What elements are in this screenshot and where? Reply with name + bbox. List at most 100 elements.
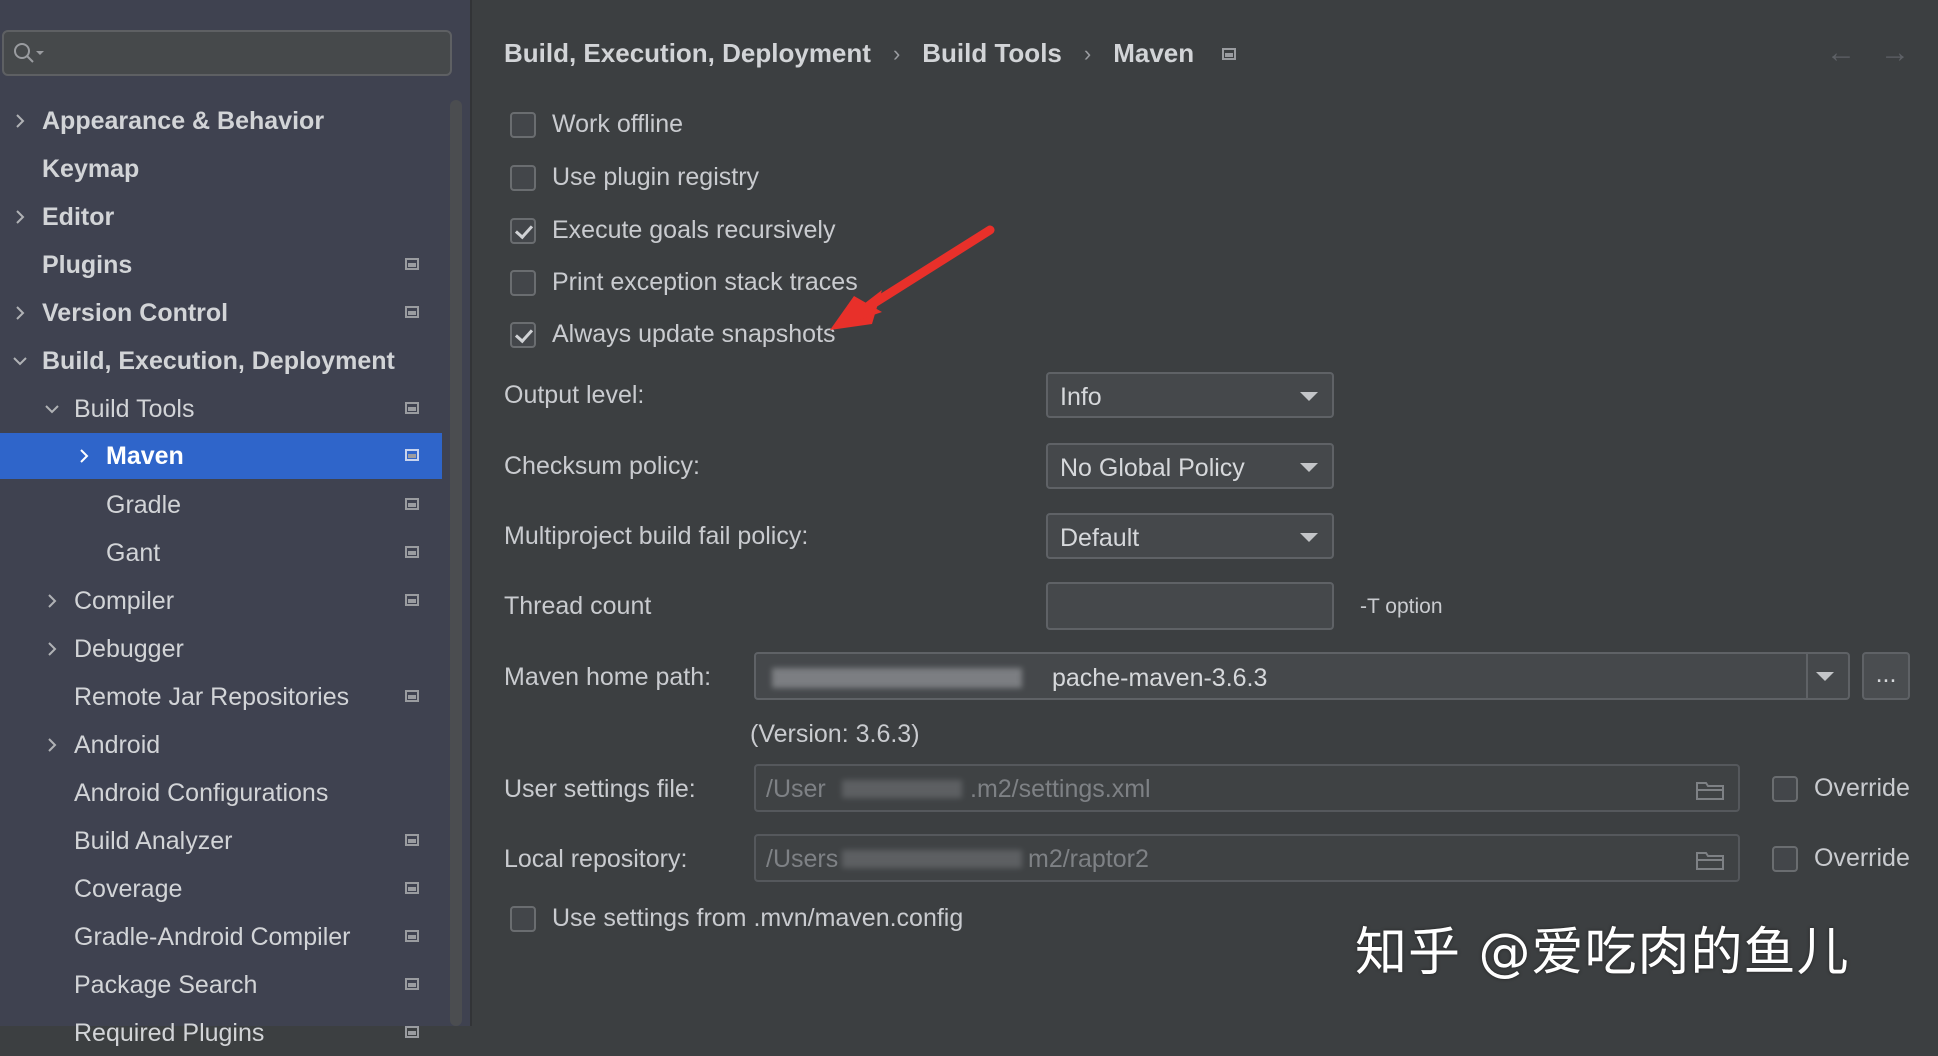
execute-goals-recursively-checkbox[interactable]: Execute goals recursively <box>510 216 835 245</box>
maven-home-path-combobox[interactable]: pache-maven-3.6.3 <box>754 652 1850 700</box>
forward-arrow-icon[interactable]: → <box>1880 36 1910 70</box>
thread-count-hint: -T option <box>1360 595 1443 618</box>
project-level-icon <box>405 690 419 702</box>
project-level-icon <box>405 258 419 270</box>
maven-home-path-label: Maven home path: <box>504 663 712 691</box>
multiproject-fail-policy-select[interactable]: Default <box>1046 513 1334 559</box>
settings-sidebar: Appearance & Behavior Keymap Editor Plug… <box>0 0 470 1047</box>
user-settings-override-checkbox[interactable]: Override <box>1772 774 1910 803</box>
chevron-right-icon <box>16 306 25 320</box>
sidebar-item-label: Package Search <box>74 970 258 999</box>
checkbox-box[interactable] <box>1772 775 1798 802</box>
sidebar-item-label: Coverage <box>74 874 183 903</box>
sidebar-item-label: Gradle <box>106 490 182 519</box>
sidebar-divider[interactable] <box>470 0 472 1026</box>
watermark-text: 知乎 @爱吃肉的鱼儿 <box>1355 923 1850 983</box>
project-level-icon <box>405 834 419 846</box>
combobox-divider <box>1806 654 1808 698</box>
use-settings-mvn-config-checkbox[interactable]: Use settings from .mvn/maven.config <box>510 904 963 933</box>
checksum-policy-label: Checksum policy: <box>504 452 700 480</box>
project-level-icon <box>405 882 419 894</box>
checkbox-box[interactable] <box>510 111 536 138</box>
sidebar-item-remote-jar-repositories[interactable]: Remote Jar Repositories <box>0 674 442 720</box>
sidebar-item-build-tools[interactable]: Build Tools <box>0 386 442 432</box>
checkbox-box[interactable] <box>510 321 536 348</box>
sidebar-item-android-configurations[interactable]: Android Configurations <box>0 770 442 816</box>
checkbox-box[interactable] <box>510 164 536 191</box>
checkbox-label: Work offline <box>552 110 684 138</box>
sidebar-item-maven[interactable]: Maven <box>0 433 442 479</box>
local-repository-label: Local repository: <box>504 845 688 873</box>
browse-maven-home-button[interactable]: ... <box>1862 652 1910 700</box>
sidebar-item-coverage[interactable]: Coverage <box>0 866 442 912</box>
breadcrumb-separator-icon: › <box>892 40 901 66</box>
project-level-icon <box>405 402 419 414</box>
local-repository-override-checkbox[interactable]: Override <box>1772 844 1910 873</box>
project-level-icon <box>405 449 419 461</box>
folder-icon[interactable] <box>1696 850 1724 870</box>
user-settings-path-start: /User <box>766 775 826 803</box>
checkbox-label: Print exception stack traces <box>552 268 858 296</box>
checkbox-box[interactable] <box>510 269 536 296</box>
output-level-select[interactable]: Info <box>1046 372 1334 418</box>
checkbox-label: Use settings from .mvn/maven.config <box>552 904 964 932</box>
thread-count-input[interactable] <box>1046 582 1334 630</box>
sidebar-item-label: Gant <box>106 538 161 567</box>
sidebar-item-gradle-android-compiler[interactable]: Gradle-Android Compiler <box>0 914 442 960</box>
dropdown-arrow-icon <box>1300 392 1318 401</box>
sidebar-item-gant[interactable]: Gant <box>0 530 442 576</box>
breadcrumb-item[interactable]: Build, Execution, Deployment <box>504 38 871 69</box>
redacted-text <box>772 668 1022 688</box>
sidebar-item-label: Plugins <box>42 250 133 279</box>
user-settings-file-field[interactable]: /User .m2/settings.xml <box>754 764 1740 812</box>
settings-search-field[interactable] <box>2 30 452 76</box>
checkbox-box[interactable] <box>1772 845 1798 872</box>
chevron-right-icon <box>80 449 89 463</box>
checkbox-box[interactable] <box>510 905 536 932</box>
checkbox-box[interactable] <box>510 217 536 244</box>
back-arrow-icon[interactable]: ← <box>1826 36 1856 70</box>
sidebar-item-label: Android Configurations <box>74 778 329 807</box>
print-exception-stack-traces-checkbox[interactable]: Print exception stack traces <box>510 268 858 297</box>
sidebar-item-package-search[interactable]: Package Search <box>0 962 442 1008</box>
sidebar-item-gradle[interactable]: Gradle <box>0 482 442 528</box>
sidebar-item-label: Remote Jar Repositories <box>74 682 350 711</box>
redacted-text <box>842 780 962 798</box>
folder-icon[interactable] <box>1696 780 1724 800</box>
sidebar-item-build-analyzer[interactable]: Build Analyzer <box>0 818 442 864</box>
sidebar-item-compiler[interactable]: Compiler <box>0 578 442 624</box>
sidebar-item-keymap[interactable]: Keymap <box>0 146 442 192</box>
sidebar-item-label: Maven <box>106 441 184 470</box>
checksum-policy-select[interactable]: No Global Policy <box>1046 443 1334 489</box>
search-input[interactable] <box>46 38 440 70</box>
use-plugin-registry-checkbox[interactable]: Use plugin registry <box>510 163 759 192</box>
always-update-snapshots-checkbox[interactable]: Always update snapshots <box>510 320 836 349</box>
sidebar-item-label: Editor <box>42 202 115 231</box>
local-repository-field[interactable]: /Users m2/raptor2 <box>754 834 1740 882</box>
work-offline-checkbox[interactable]: Work offline <box>510 110 683 139</box>
chevron-right-icon <box>48 594 57 608</box>
sidebar-item-required-plugins[interactable]: Required Plugins <box>0 1010 442 1056</box>
sidebar-item-build-execution-deployment[interactable]: Build, Execution, Deployment <box>0 338 442 384</box>
checkbox-label: Override <box>1814 774 1910 802</box>
thread-count-label: Thread count <box>504 592 652 620</box>
breadcrumb-item[interactable]: Build Tools <box>922 38 1062 69</box>
chevron-right-icon <box>48 738 57 752</box>
sidebar-scrollbar[interactable] <box>450 100 462 1026</box>
maven-home-path-value: pache-maven-3.6.3 <box>1052 664 1268 692</box>
sidebar-item-android[interactable]: Android <box>0 722 442 768</box>
sidebar-item-version-control[interactable]: Version Control <box>0 290 442 336</box>
chevron-right-icon <box>48 642 57 656</box>
user-settings-file-label: User settings file: <box>504 775 696 803</box>
sidebar-item-debugger[interactable]: Debugger <box>0 626 442 672</box>
select-value: Default <box>1060 524 1140 552</box>
project-level-icon <box>405 306 419 318</box>
redacted-text <box>842 850 1022 868</box>
project-level-icon <box>405 930 419 942</box>
sidebar-item-editor[interactable]: Editor <box>0 194 442 240</box>
sidebar-item-label: Debugger <box>74 634 184 663</box>
project-level-icon <box>405 594 419 606</box>
sidebar-item-appearance-behavior[interactable]: Appearance & Behavior <box>0 98 442 144</box>
sidebar-item-plugins[interactable]: Plugins <box>0 242 442 288</box>
dropdown-arrow-icon[interactable] <box>1816 672 1834 681</box>
